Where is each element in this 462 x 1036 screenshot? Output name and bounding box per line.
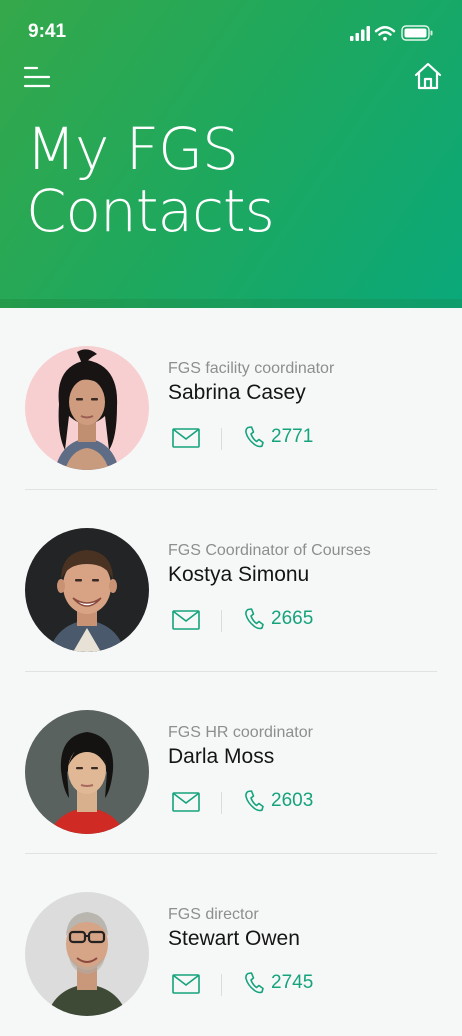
contact-card: FGS facility coordinator Sabrina Casey 2… bbox=[0, 308, 462, 490]
home-button[interactable] bbox=[412, 60, 444, 92]
call-button[interactable]: 2603 bbox=[244, 788, 374, 816]
phone-icon bbox=[245, 426, 264, 448]
hamburger-menu-icon bbox=[23, 66, 51, 88]
header-shadow-strip bbox=[0, 299, 462, 308]
status-icons bbox=[350, 25, 433, 41]
app-header: 9:41 My FGS Contacts bbox=[0, 0, 462, 308]
email-button[interactable] bbox=[172, 428, 200, 448]
page-title: My FGS Contacts bbox=[26, 115, 275, 245]
contact-role: FGS director bbox=[168, 906, 259, 923]
action-separator bbox=[221, 610, 222, 632]
contact-role: FGS facility coordinator bbox=[168, 360, 335, 377]
mail-icon bbox=[172, 610, 200, 630]
contact-name: Stewart Owen bbox=[168, 927, 300, 950]
contact-list: FGS facility coordinator Sabrina Casey 2… bbox=[0, 308, 462, 1036]
action-separator bbox=[221, 792, 222, 814]
contact-card: FGS HR coordinator Darla Moss 2603 bbox=[0, 672, 462, 854]
contact-name: Darla Moss bbox=[168, 745, 275, 768]
page-title-line-1: My FGS bbox=[26, 115, 239, 183]
wifi-icon bbox=[374, 26, 396, 41]
mail-icon bbox=[172, 428, 200, 448]
battery-icon bbox=[401, 25, 433, 41]
avatar bbox=[25, 710, 149, 834]
menu-button[interactable] bbox=[22, 64, 52, 90]
status-bar: 9:41 bbox=[0, 0, 462, 62]
contact-name: Kostya Simonu bbox=[168, 563, 310, 586]
contact-card: FGS Coordinator of Courses Kostya Simonu… bbox=[0, 490, 462, 672]
call-button[interactable]: 2665 bbox=[244, 606, 374, 634]
call-button[interactable]: 2745 bbox=[244, 970, 374, 998]
contact-role: FGS Coordinator of Courses bbox=[168, 542, 371, 559]
phone-extension: 2771 bbox=[271, 426, 314, 447]
contact-actions: 2745 bbox=[172, 970, 372, 998]
signal-icon bbox=[350, 26, 370, 41]
contact-actions: 2771 bbox=[172, 424, 372, 452]
call-button[interactable]: 2771 bbox=[244, 424, 374, 452]
phone-icon bbox=[245, 790, 264, 812]
home-icon bbox=[414, 62, 442, 90]
phone-extension: 2745 bbox=[271, 972, 314, 993]
avatar bbox=[25, 892, 149, 1016]
email-button[interactable] bbox=[172, 610, 200, 630]
avatar bbox=[25, 528, 149, 652]
contact-name: Sabrina Casey bbox=[168, 381, 306, 404]
mail-icon bbox=[172, 974, 200, 994]
email-button[interactable] bbox=[172, 974, 200, 994]
action-separator bbox=[221, 974, 222, 996]
phone-icon bbox=[245, 972, 264, 994]
action-separator bbox=[221, 428, 222, 450]
status-time: 9:41 bbox=[28, 21, 67, 42]
phone-icon bbox=[245, 608, 264, 630]
contact-actions: 2665 bbox=[172, 606, 372, 634]
phone-extension: 2665 bbox=[271, 608, 314, 629]
page-title-line-2: Contacts bbox=[26, 177, 275, 245]
contact-role: FGS HR coordinator bbox=[168, 724, 313, 741]
contact-card: FGS director Stewart Owen 2745 bbox=[0, 854, 462, 1036]
email-button[interactable] bbox=[172, 792, 200, 812]
mail-icon bbox=[172, 792, 200, 812]
avatar bbox=[25, 346, 149, 470]
contact-actions: 2603 bbox=[172, 788, 372, 816]
phone-extension: 2603 bbox=[271, 790, 314, 811]
